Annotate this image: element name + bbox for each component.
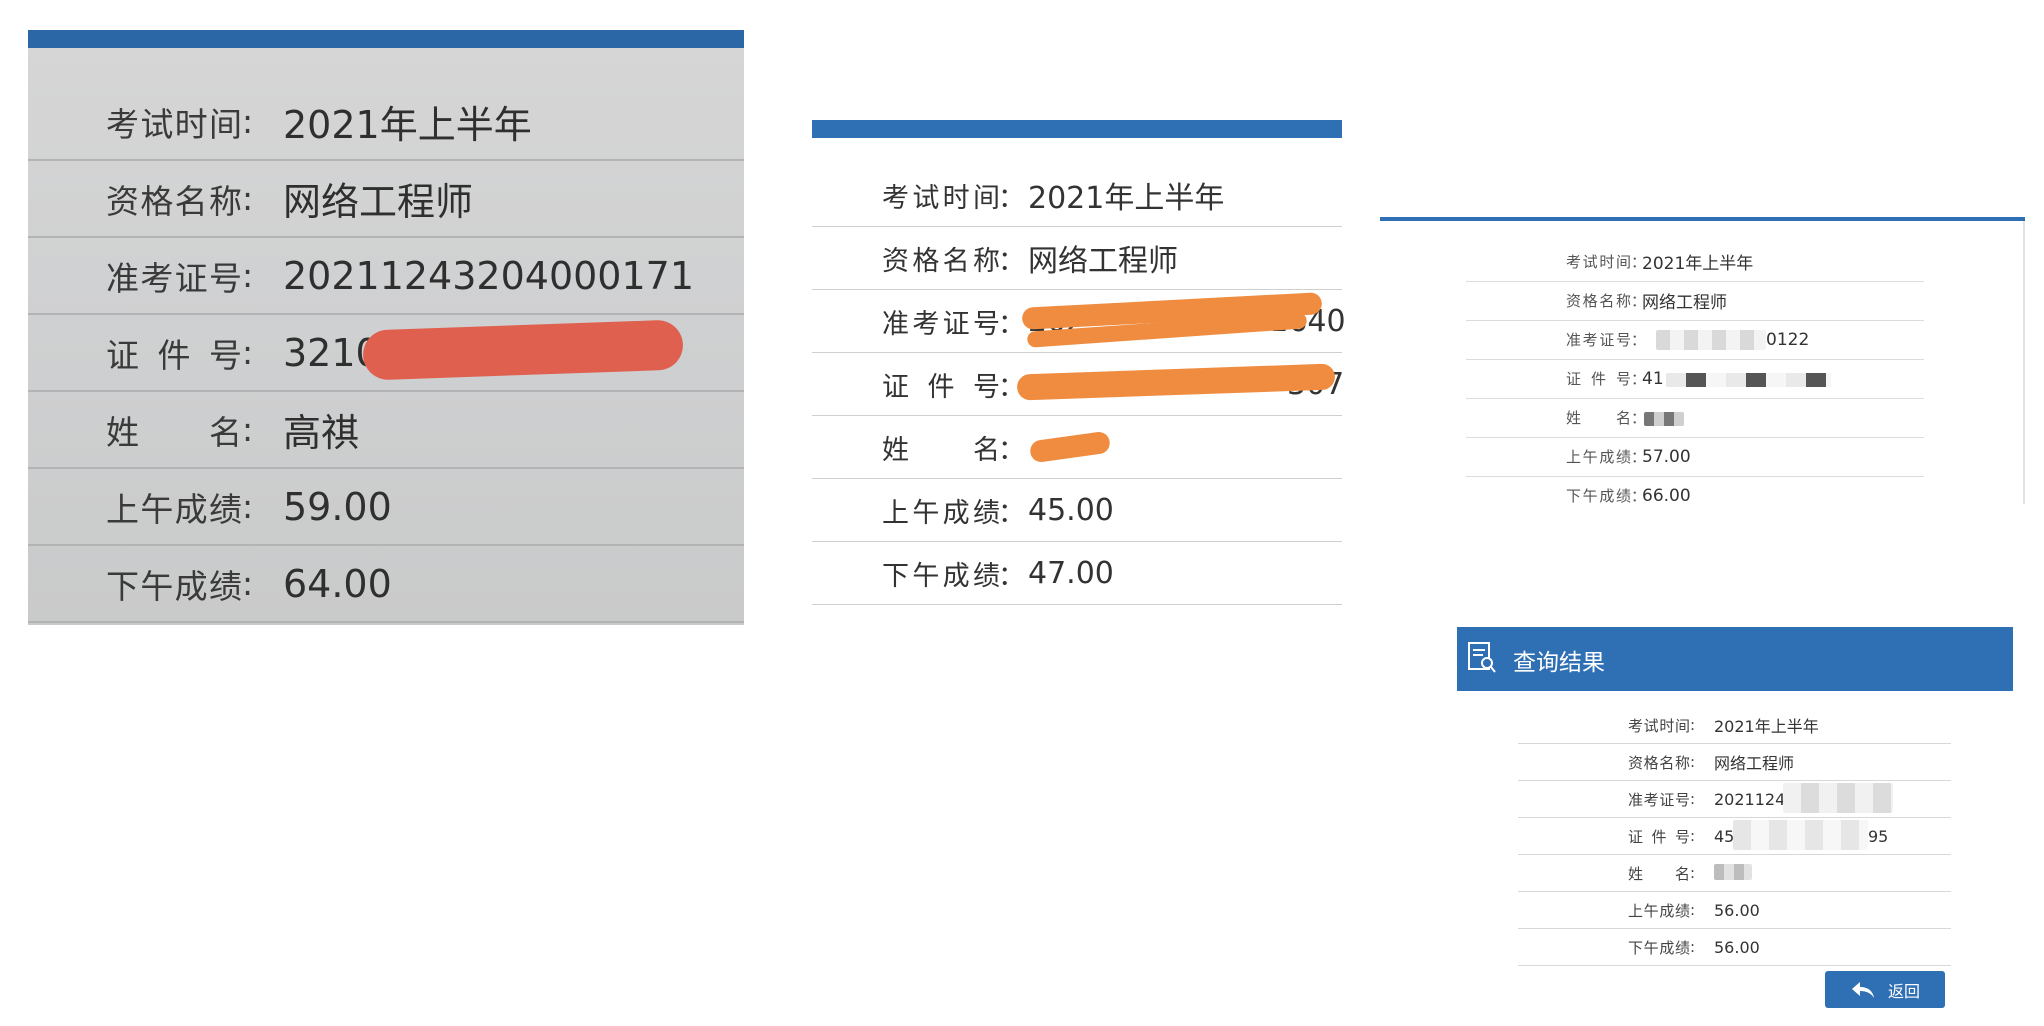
label-qualification: 资格名称 bbox=[106, 181, 242, 221]
label-am-score: 上午成绩 bbox=[1628, 901, 1690, 920]
value-pm-score: 66.00 bbox=[1642, 485, 1691, 506]
row-admission-no: 准考证号 ： 0122 bbox=[1466, 320, 1924, 360]
label-name: 姓 名 bbox=[1628, 864, 1690, 883]
label-exam-time: 考试时间 bbox=[1566, 253, 1631, 271]
label-name: 姓 名 bbox=[1566, 409, 1631, 427]
value-am-score: 56.00 bbox=[1714, 900, 1760, 920]
row-name: 姓 名 : bbox=[1518, 855, 1951, 892]
row-admission-no: 准考证号 ： 202 4001640 bbox=[812, 290, 1346, 353]
row-exam-time: 考试时间 ： 2021年上半年 bbox=[812, 164, 1342, 227]
row-admission-no: 准考证号 : 20211243204000171 bbox=[28, 238, 744, 315]
row-pm-score: 下午成绩 ： 47.00 bbox=[812, 542, 1342, 605]
result-screenshot-2: 考试时间 ： 2021年上半年 资格名称 ： 网络工程师 准考证号 ： 202 … bbox=[812, 120, 1346, 610]
row-exam-time: 考试时间 ： 2021年上半年 bbox=[1466, 242, 1924, 282]
value-admission-no: 2021124 bbox=[1714, 789, 1786, 809]
label-qualification: 资格名称 bbox=[882, 245, 1000, 277]
value-qualification: 网络工程师 bbox=[1642, 293, 1727, 313]
row-id-no: 证 件 号 : 45 95 bbox=[1518, 818, 1951, 855]
redaction-mosaic bbox=[1656, 330, 1766, 350]
row-pm-score: 下午成绩 : 64.00 bbox=[28, 546, 744, 623]
header-bar bbox=[812, 120, 1342, 138]
row-admission-no: 准考证号 : 2021124 bbox=[1518, 781, 1951, 818]
header-bar bbox=[1380, 217, 2025, 221]
redaction-mosaic bbox=[1644, 412, 1684, 426]
header-bar bbox=[28, 30, 744, 48]
row-qualification: 资格名称 : 网络工程师 bbox=[28, 161, 744, 238]
label-qualification: 资格名称 bbox=[1566, 292, 1631, 310]
row-exam-time: 考试时间 : 2021年上半年 bbox=[1518, 707, 1951, 744]
row-pm-score: 下午成绩 : 56.00 bbox=[1518, 929, 1951, 966]
value-qualification: 网络工程师 bbox=[1028, 244, 1178, 279]
value-pm-score: 64.00 bbox=[283, 561, 392, 606]
row-id-no: 证 件 号 ： 41 bbox=[1466, 359, 1924, 399]
header-title: 查询结果 bbox=[1513, 650, 1605, 676]
label-admission-no: 准考证号 bbox=[1566, 331, 1631, 349]
row-qualification: 资格名称 : 网络工程师 bbox=[1518, 744, 1951, 781]
value-qualification: 网络工程师 bbox=[1714, 754, 1795, 773]
label-pm-score: 下午成绩 bbox=[882, 560, 1000, 592]
return-arrow-icon bbox=[1851, 981, 1874, 998]
redaction-mosaic bbox=[1714, 864, 1752, 880]
label-name: 姓 名 bbox=[882, 434, 1000, 466]
label-admission-no: 准考证号 bbox=[1628, 790, 1690, 809]
label-am-score: 上午成绩 bbox=[882, 497, 1000, 529]
row-pm-score: 下午成绩 ： 66.00 bbox=[1566, 485, 1691, 506]
value-am-score: 57.00 bbox=[1642, 446, 1691, 467]
row-exam-time: 考试时间 : 2021年上半年 bbox=[28, 84, 744, 161]
row-id-no: 证 件 号 : 3210 5 bbox=[28, 315, 744, 392]
value-am-score: 59.00 bbox=[283, 484, 392, 529]
label-id-no: 证 件 号 bbox=[1566, 370, 1631, 388]
row-name: 姓 名 ： bbox=[1466, 398, 1924, 438]
value-id-no: 45 bbox=[1714, 826, 1735, 846]
result-screenshot-3: 考试时间 ： 2021年上半年 资格名称 ： 网络工程师 准考证号 ： 0122… bbox=[1380, 217, 2025, 507]
row-am-score: 上午成绩 ： 57.00 bbox=[1466, 437, 1924, 477]
label-exam-time: 考试时间 bbox=[1628, 716, 1690, 735]
label-id-no: 证 件 号 bbox=[1628, 827, 1690, 846]
row-name: 姓 名 ： bbox=[812, 416, 1342, 479]
row-am-score: 上午成绩 : 56.00 bbox=[1518, 892, 1951, 929]
label-pm-score: 下午成绩 bbox=[1628, 938, 1690, 957]
value-id-no-tail: 95 bbox=[1868, 826, 1889, 846]
label-exam-time: 考试时间 bbox=[106, 104, 242, 144]
label-id-no: 证 件 号 bbox=[106, 335, 242, 375]
result-photo-1: 考试时间 : 2021年上半年 资格名称 : 网络工程师 准考证号 : 2021… bbox=[28, 30, 744, 625]
back-button-label: 返回 bbox=[1887, 981, 1920, 1001]
redaction-mosaic bbox=[1733, 820, 1868, 850]
result-screenshot-4: 查询结果 考试时间 : 2021年上半年 资格名称 : 网络工程师 准考证号 :… bbox=[1457, 627, 2013, 1008]
redaction-mosaic bbox=[1783, 783, 1893, 813]
label-pm-score: 下午成绩 bbox=[106, 566, 242, 606]
query-result-header: 查询结果 bbox=[1457, 627, 2013, 691]
value-pm-score: 56.00 bbox=[1714, 937, 1760, 957]
label-id-no: 证 件 号 bbox=[882, 371, 1000, 403]
value-admission-no-tail: 0122 bbox=[1766, 329, 1810, 350]
row-qualification: 资格名称 ： 网络工程师 bbox=[812, 227, 1342, 290]
row-am-score: 上午成绩 : 59.00 bbox=[28, 469, 744, 546]
value-exam-time: 2021年上半年 bbox=[283, 103, 532, 147]
value-pm-score: 47.00 bbox=[1028, 555, 1114, 591]
label-exam-time: 考试时间 bbox=[882, 182, 1000, 214]
back-button[interactable]: 返回 bbox=[1825, 971, 1945, 1008]
value-am-score: 45.00 bbox=[1028, 492, 1114, 528]
value-qualification: 网络工程师 bbox=[283, 180, 474, 224]
label-am-score: 上午成绩 bbox=[1566, 448, 1631, 466]
row-name: 姓 名 : 高祺 bbox=[28, 392, 744, 469]
value-admission-no: 20211243204000171 bbox=[283, 253, 695, 298]
redaction-mosaic bbox=[1666, 373, 1831, 387]
redaction-scribble bbox=[1028, 430, 1112, 464]
label-name: 姓 名 bbox=[106, 412, 242, 452]
label-qualification: 资格名称 bbox=[1628, 753, 1690, 772]
search-document-icon bbox=[1468, 642, 1496, 673]
row-am-score: 上午成绩 ： 45.00 bbox=[812, 479, 1342, 542]
row-id-no: 证 件 号 ： 307 bbox=[812, 353, 1344, 416]
row-qualification: 资格名称 ： 网络工程师 bbox=[1466, 281, 1924, 321]
value-name: 高祺 bbox=[283, 411, 360, 455]
value-id-no: 41 bbox=[1642, 368, 1664, 389]
label-admission-no: 准考证号 bbox=[882, 308, 1000, 340]
value-exam-time: 2021年上半年 bbox=[1714, 717, 1819, 736]
value-exam-time: 2021年上半年 bbox=[1642, 254, 1754, 274]
value-exam-time: 2021年上半年 bbox=[1028, 181, 1225, 216]
label-pm-score: 下午成绩 bbox=[1566, 487, 1631, 505]
label-am-score: 上午成绩 bbox=[106, 489, 242, 529]
label-admission-no: 准考证号 bbox=[106, 258, 242, 298]
